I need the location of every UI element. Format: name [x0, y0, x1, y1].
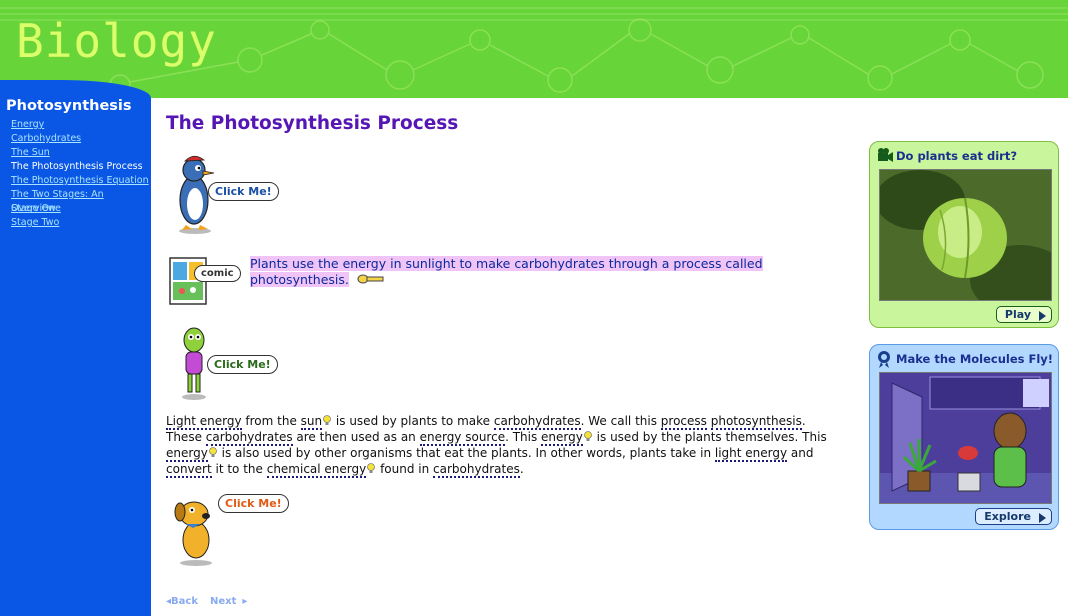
sidebar-item-label[interactable]: Energy [11, 119, 44, 130]
sidebar-nav: Energy Carbohydrates The Sun The Photosy… [11, 118, 151, 230]
body-text-segment: are then used as an [292, 430, 420, 444]
play-triangle-icon [1039, 311, 1046, 321]
glossary-link[interactable]: carbohydrates [433, 462, 520, 478]
plant-seed-image [880, 170, 1051, 300]
sidebar-item-carbohydrates[interactable]: Carbohydrates [11, 132, 151, 146]
penguin-character-button[interactable]: Click Me! [170, 152, 280, 234]
glossary-link[interactable]: sun [300, 414, 323, 430]
next-label: Next [209, 596, 237, 607]
video-panel-title: Do plants eat dirt? [896, 149, 1017, 163]
play-triangle-icon [1039, 513, 1046, 523]
body-paragraph: Light energy from the sun is used by pla… [166, 413, 834, 478]
glossary-link[interactable]: carbohydrates [493, 414, 581, 430]
play-button-label: Play [1004, 308, 1031, 321]
body-text-segment: and [787, 446, 814, 460]
body-text-segment: found in [376, 462, 434, 476]
molecules-activity-image [880, 373, 1051, 503]
body-text-segment: is used by plants to make [332, 414, 494, 428]
sidebar-item-label[interactable]: The Photosynthesis Equation [11, 175, 149, 186]
body-text-segment: . This [505, 430, 542, 444]
page-title: The Photosynthesis Process [166, 113, 459, 134]
glossary-link[interactable]: energy source [419, 430, 506, 446]
glossary-link[interactable]: process [660, 414, 707, 430]
glossary-link[interactable]: energy [166, 446, 208, 462]
body-text-segment: from the [241, 414, 301, 428]
sidebar-item-photosynthesis-process: The Photosynthesis Process [11, 160, 151, 174]
glossary-link[interactable]: convert [166, 462, 212, 478]
lightbulb-icon[interactable] [323, 415, 331, 426]
comic-button[interactable]: comic [168, 254, 241, 308]
sidebar-item-label[interactable]: Stage One [11, 203, 61, 214]
award-ribbon-icon [878, 351, 890, 368]
explore-button-label: Explore [984, 510, 1031, 523]
glossary-link[interactable]: light energy [714, 446, 788, 462]
body-text-segment: is used by the plants themselves. This [592, 430, 827, 444]
dog-character-button[interactable]: Click Me! [170, 492, 289, 566]
page-navigation: ◂Back Next ▸ [166, 596, 253, 607]
molecules-activity-preview[interactable] [879, 372, 1052, 504]
next-link[interactable]: Next ▸ [210, 596, 247, 607]
back-label: Back [171, 596, 198, 607]
dog-speech-bubble: Click Me! [218, 494, 289, 513]
sidebar-item-two-stages-overview[interactable]: The Two Stages: An Overview [11, 188, 151, 214]
play-button[interactable]: Play [995, 306, 1052, 323]
dog-icon [174, 501, 212, 566]
sidebar-item-stage-one[interactable]: Stage One [11, 202, 151, 216]
sidebar-item-stage-two[interactable]: Stage Two [11, 216, 151, 230]
intro-highlighted-text: Plants use the energy in sunlight to mak… [250, 256, 763, 287]
sidebar-item-label[interactable]: The Sun [11, 147, 50, 158]
comic-speech-bubble: comic [194, 265, 241, 282]
explore-button[interactable]: Explore [975, 508, 1052, 525]
lightbulb-icon[interactable] [584, 431, 592, 442]
audio-key-icon[interactable] [357, 273, 385, 289]
site-header: Biology [0, 0, 1068, 98]
glossary-link[interactable]: chemical energy [266, 462, 367, 478]
molecules-panel: Make the Molecules Fly! Explore [869, 344, 1059, 530]
sidebar-item-label[interactable]: Stage Two [11, 217, 59, 228]
body-text-segment: it to the [211, 462, 267, 476]
body-text-segment: is also used by other organisms that eat… [217, 446, 715, 460]
glossary-link[interactable]: carbohydrates [205, 430, 293, 446]
sidebar-item-photosynthesis-equation[interactable]: The Photosynthesis Equation [11, 174, 151, 188]
penguin-speech-bubble: Click Me! [208, 182, 279, 201]
alien-character-button[interactable]: Click Me! [176, 326, 278, 400]
video-camera-icon [878, 148, 893, 162]
alien-speech-bubble: Click Me! [207, 355, 278, 374]
lightbulb-icon[interactable] [367, 463, 376, 474]
glossary-link[interactable]: energy [541, 430, 583, 446]
sidebar-item-label[interactable]: Carbohydrates [11, 133, 81, 144]
sidebar: Photosynthesis Energy Carbohydrates The … [0, 80, 151, 616]
video-panel: Do plants eat dirt? Play [869, 141, 1059, 328]
body-text-segment: . [519, 462, 524, 476]
plant-seed-photo[interactable] [879, 169, 1052, 301]
sidebar-item-energy[interactable]: Energy [11, 118, 151, 132]
lightbulb-icon[interactable] [209, 447, 217, 458]
back-link[interactable]: ◂Back [166, 596, 204, 607]
glossary-link[interactable]: Light energy [166, 414, 242, 430]
sidebar-section-title: Photosynthesis [6, 98, 132, 114]
sidebar-item-label-current: The Photosynthesis Process [11, 161, 143, 172]
intro-sentence[interactable]: Plants use the energy in sunlight to mak… [250, 256, 770, 289]
sidebar-item-the-sun[interactable]: The Sun [11, 146, 151, 160]
glossary-link[interactable]: photosynthesis [710, 414, 802, 430]
body-text-segment: . We call this [580, 414, 661, 428]
site-title: Biology [16, 14, 217, 68]
molecules-panel-title: Make the Molecules Fly! [896, 352, 1054, 366]
